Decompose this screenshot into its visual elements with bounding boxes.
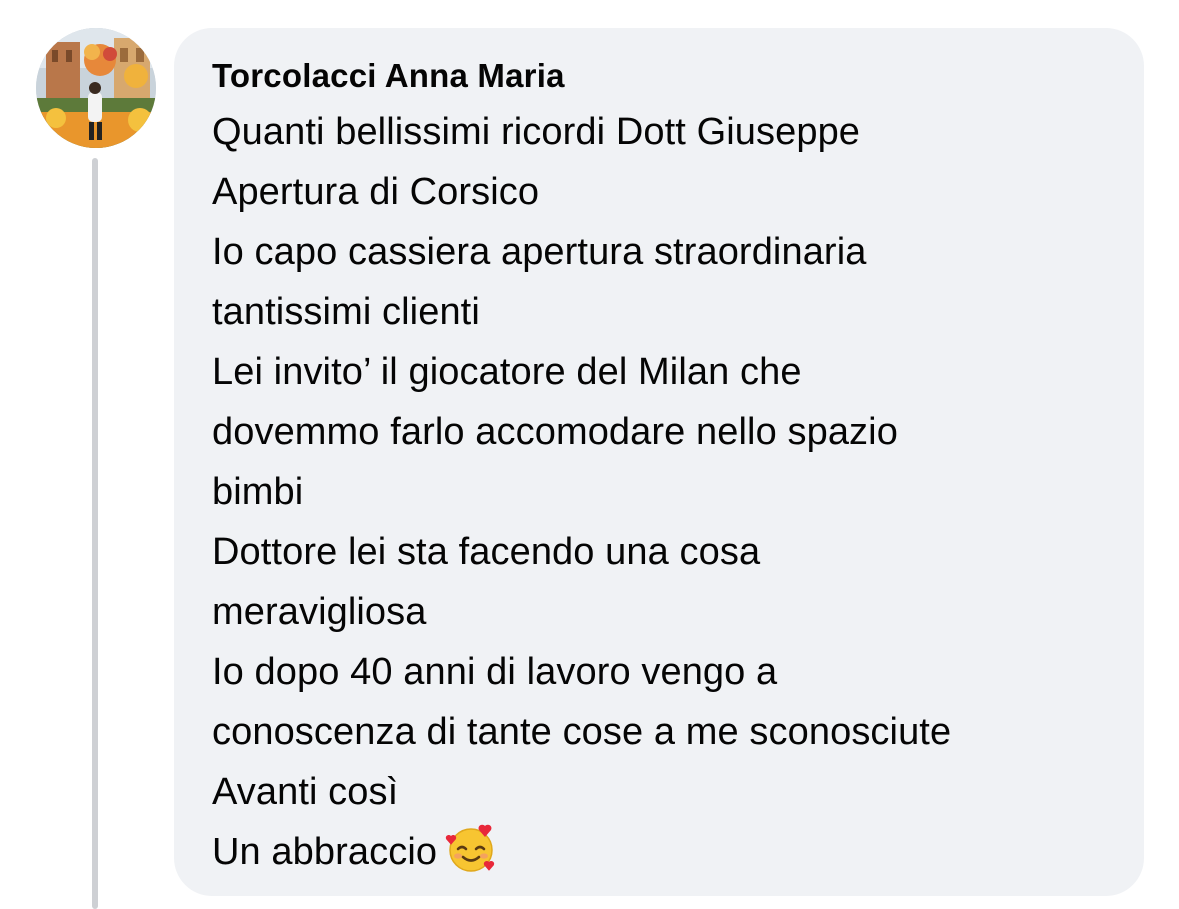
smiling-face-with-hearts-icon (445, 822, 497, 892)
comment-line: Quanti bellissimi ricordi Dott Giuseppe (212, 111, 861, 153)
comment-line: Dottore lei sta facendo una cosa (212, 531, 761, 573)
comment-line: meravigliosa (212, 591, 427, 633)
comment-author-name[interactable]: Torcolacci Anna Maria (212, 56, 1144, 96)
comment-bubble[interactable]: Torcolacci Anna Maria Quanti bellissimi … (174, 28, 1144, 896)
comment-line: conoscenza di tante cose a me sconosciut… (212, 711, 952, 753)
comment-line: dovemmo farlo accomodare nello spazio (212, 411, 898, 453)
comment-text: Quanti bellissimi ricordi Dott Giuseppe … (212, 102, 1144, 892)
comment-line-last: Un abbraccio (212, 822, 1144, 892)
comment-line: tantissimi clienti (212, 291, 480, 333)
avatar-photo (36, 28, 156, 148)
comment-line: Lei invito’ il giocatore del Milan che (212, 351, 802, 393)
comment-line: bimbi (212, 471, 304, 513)
comment-line: Io capo cassiera apertura straordinaria (212, 231, 867, 273)
comment-line: Apertura di Corsico (212, 171, 540, 213)
comment-line: Avanti così (212, 771, 399, 813)
comment-line: Io dopo 40 anni di lavoro vengo a (212, 651, 778, 693)
reply-thread-line (92, 158, 98, 909)
avatar[interactable] (36, 28, 156, 148)
comment-line-text: Un abbraccio (212, 831, 438, 873)
